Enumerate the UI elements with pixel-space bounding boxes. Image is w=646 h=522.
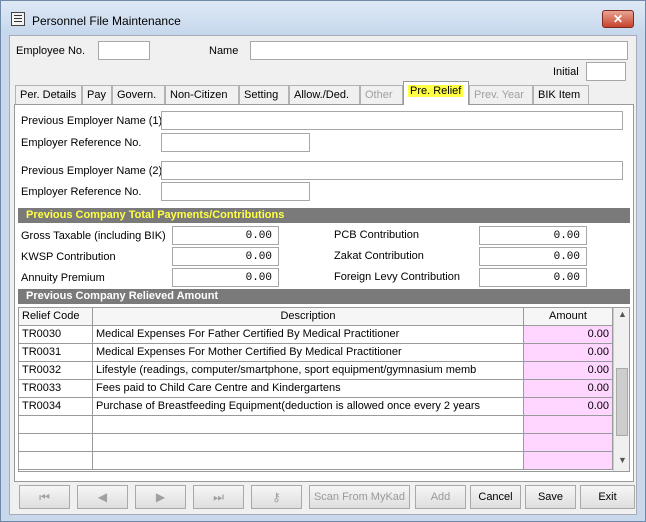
kwsp-label: KWSP Contribution	[21, 251, 116, 263]
previous-record-icon: ◀	[97, 490, 108, 504]
tab-setting[interactable]: Setting	[239, 85, 289, 104]
empty-cell	[93, 452, 524, 470]
totals-section-header: Previous Company Total Payments/Contribu…	[18, 208, 630, 223]
relieved-section-header: Previous Company Relieved Amount	[18, 289, 630, 304]
empty-cell	[19, 434, 93, 452]
row-amount[interactable]: 0.00	[524, 398, 613, 416]
pcb-field[interactable]: 0.00	[479, 226, 587, 245]
employer-ref2-label: Employer Reference No.	[21, 186, 142, 198]
first-record-button[interactable]: ⏮	[19, 485, 70, 509]
key-search-icon: ⚷	[272, 490, 281, 504]
first-record-icon: ⏮	[39, 490, 50, 504]
gross-taxable-label: Gross Taxable (including BIK)	[21, 230, 166, 242]
row-code: TR0031	[19, 344, 93, 362]
employee-no-input[interactable]	[98, 41, 150, 60]
foreign-levy-field[interactable]: 0.00	[479, 268, 587, 287]
previous-record-button[interactable]: ◀	[77, 485, 128, 509]
col-amount[interactable]: Amount	[524, 308, 613, 326]
empty-amount-cell[interactable]	[524, 434, 613, 452]
window-title: Personnel File Maintenance	[32, 14, 181, 28]
empty-cell	[93, 434, 524, 452]
row-amount[interactable]: 0.00	[524, 344, 613, 362]
row-amount[interactable]: 0.00	[524, 362, 613, 380]
prev-employer-name1-label: Previous Employer Name (1)	[21, 115, 163, 127]
tab-pre-relief-label: Pre. Relief	[408, 85, 464, 97]
cancel-button[interactable]: Cancel	[470, 485, 521, 509]
close-button[interactable]: ✕	[602, 10, 634, 28]
tab-bik-item[interactable]: BIK Item	[533, 85, 589, 104]
last-record-button[interactable]: ⏭	[193, 485, 244, 509]
form-client: Employee No. Name Initial Per. Details P…	[9, 35, 637, 515]
initial-input[interactable]	[586, 62, 626, 81]
grid-scrollbar[interactable]: ▲ ▼	[613, 308, 629, 471]
tab-allow-ded[interactable]: Allow./Ded.	[289, 85, 360, 104]
empty-amount-cell[interactable]	[524, 416, 613, 434]
row-code: TR0030	[19, 326, 93, 344]
zakat-label: Zakat Contribution	[334, 250, 424, 262]
row-code: TR0032	[19, 362, 93, 380]
empty-cell	[93, 416, 524, 434]
empty-cell	[19, 452, 93, 470]
tab-pay[interactable]: Pay	[82, 85, 112, 104]
employee-no-label: Employee No.	[16, 45, 86, 57]
annuity-label: Annuity Premium	[21, 272, 105, 284]
row-description: Lifestyle (readings, computer/smartphone…	[93, 362, 524, 380]
empty-amount-cell[interactable]	[524, 452, 613, 470]
employer-ref2-input[interactable]	[161, 182, 310, 201]
annuity-field[interactable]: 0.00	[172, 268, 279, 287]
prev-employer-name1-input[interactable]	[161, 111, 623, 130]
prev-employer-name2-label: Previous Employer Name (2)	[21, 165, 163, 177]
employer-ref1-label: Employer Reference No.	[21, 137, 142, 149]
personnel-window: Personnel File Maintenance ✕ Employee No…	[0, 0, 646, 522]
title-bar: Personnel File Maintenance ✕	[1, 1, 645, 35]
exit-button[interactable]: Exit	[580, 485, 635, 509]
scroll-thumb[interactable]	[616, 368, 628, 436]
next-record-icon: ▶	[155, 490, 166, 504]
tab-prev-year[interactable]: Prev. Year	[469, 85, 533, 104]
search-button[interactable]: ⚷	[251, 485, 302, 509]
col-description[interactable]: Description	[93, 308, 524, 326]
name-input[interactable]	[250, 41, 628, 60]
tab-other[interactable]: Other	[360, 85, 403, 104]
tab-per-details[interactable]: Per. Details	[15, 85, 82, 104]
initial-label: Initial	[553, 66, 579, 78]
pre-relief-panel: Previous Employer Name (1) Employer Refe…	[14, 104, 634, 482]
gross-taxable-field[interactable]: 0.00	[172, 226, 279, 245]
row-amount[interactable]: 0.00	[524, 380, 613, 398]
grid-header: Relief Code Description Amount	[19, 308, 613, 326]
col-relief-code[interactable]: Relief Code	[19, 308, 93, 326]
add-button[interactable]: Add	[415, 485, 466, 509]
foreign-levy-label: Foreign Levy Contribution	[334, 271, 460, 283]
scroll-up-icon[interactable]: ▲	[614, 309, 629, 326]
last-record-icon: ⏭	[213, 490, 224, 504]
save-button[interactable]: Save	[525, 485, 576, 509]
employer-ref1-input[interactable]	[161, 133, 310, 152]
tab-govern[interactable]: Govern.	[112, 85, 165, 104]
kwsp-field[interactable]: 0.00	[172, 247, 279, 266]
row-description: Purchase of Breastfeeding Equipment(dedu…	[93, 398, 524, 416]
prev-employer-name2-input[interactable]	[161, 161, 623, 180]
empty-cell	[19, 416, 93, 434]
tab-non-citizen[interactable]: Non-Citizen	[165, 85, 239, 104]
row-amount[interactable]: 0.00	[524, 326, 613, 344]
scroll-down-icon[interactable]: ▼	[614, 455, 629, 471]
row-description: Fees paid to Child Care Centre and Kinde…	[93, 380, 524, 398]
row-description: Medical Expenses For Father Certified By…	[93, 326, 524, 344]
tab-pre-relief[interactable]: Pre. Relief	[403, 81, 469, 105]
next-record-button[interactable]: ▶	[135, 485, 186, 509]
zakat-field[interactable]: 0.00	[479, 247, 587, 266]
row-code: TR0033	[19, 380, 93, 398]
scan-mykad-button[interactable]: Scan From MyKad	[309, 485, 410, 509]
row-code: TR0034	[19, 398, 93, 416]
app-icon	[11, 12, 25, 26]
row-description: Medical Expenses For Mother Certified By…	[93, 344, 524, 362]
pcb-label: PCB Contribution	[334, 229, 419, 241]
name-label: Name	[209, 45, 239, 57]
relief-grid: Relief Code Description Amount TR0030 Me…	[18, 307, 630, 472]
